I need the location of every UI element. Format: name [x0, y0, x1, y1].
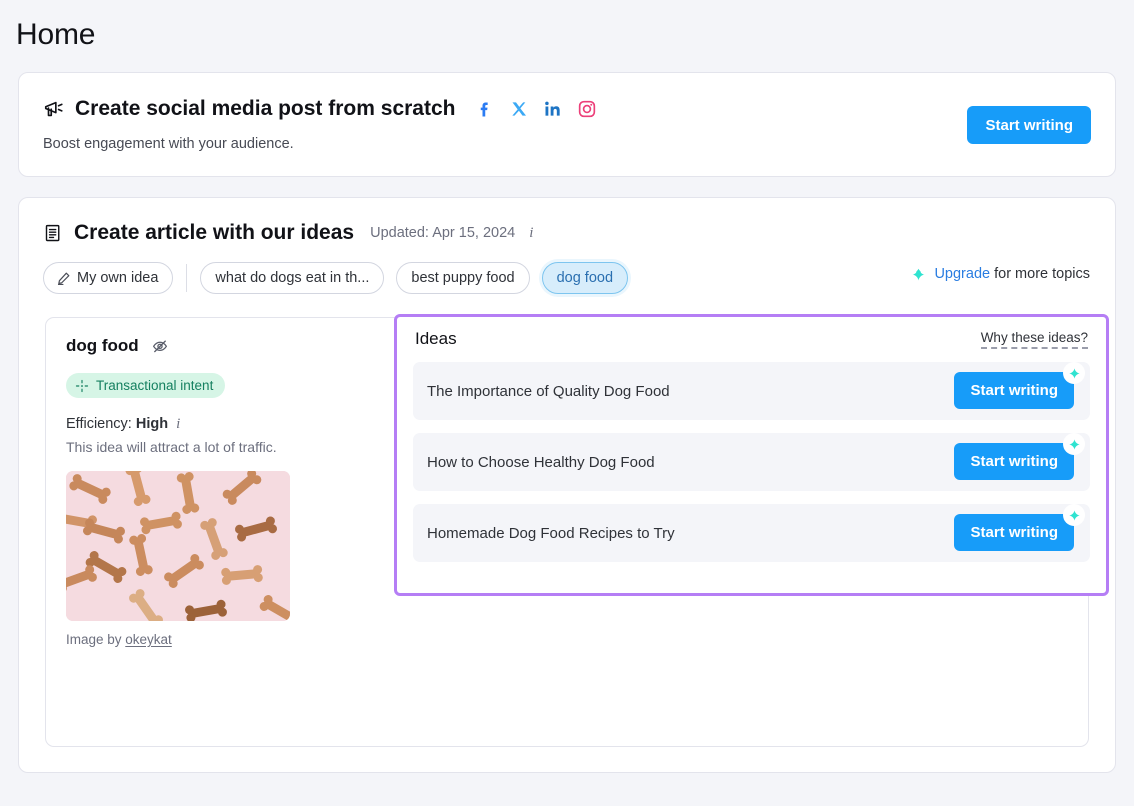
article-card-header: Create article with our ideas Updated: A… [43, 221, 533, 245]
social-network-icons [475, 99, 597, 119]
idea-title: Homemade Dog Food Recipes to Try [427, 525, 675, 542]
x-twitter-icon[interactable] [509, 99, 529, 119]
idea-row[interactable]: How to Choose Healthy Dog Food Start wri… [413, 433, 1090, 491]
social-card-header: Create social media post from scratch [43, 97, 597, 121]
idea-start-writing-button[interactable]: Start writing [954, 514, 1074, 551]
document-icon [43, 223, 64, 244]
idea-row[interactable]: The Importance of Quality Dog Food Start… [413, 362, 1090, 420]
page-title: Home [16, 18, 95, 52]
upgrade-link[interactable]: Upgrade for more topics [911, 266, 1090, 282]
keyword-row: dog food [66, 336, 366, 356]
chip-label: My own idea [77, 270, 158, 286]
why-these-ideas-link[interactable]: Why these ideas? [981, 330, 1088, 349]
chip-topic-3-selected[interactable]: dog food [542, 262, 628, 294]
diamond-icon [1063, 504, 1085, 526]
chip-topic-1[interactable]: what do dogs eat in th... [200, 262, 384, 294]
article-updated-label: Updated: Apr 15, 2024 [370, 225, 515, 241]
intent-icon [75, 379, 89, 393]
social-card-title: Create social media post from scratch [75, 97, 455, 121]
linkedin-icon[interactable] [543, 99, 563, 119]
chip-my-own-idea[interactable]: My own idea [43, 262, 173, 294]
article-card-title: Create article with our ideas [74, 221, 354, 245]
diamond-icon [911, 267, 926, 282]
upgrade-rest-text: for more topics [990, 266, 1090, 282]
ideas-title: Ideas [415, 329, 457, 349]
ideas-list-panel: Ideas Why these ideas? The Importance of… [394, 314, 1109, 596]
megaphone-icon [43, 98, 65, 120]
social-start-writing-button[interactable]: Start writing [967, 106, 1091, 144]
facebook-icon[interactable] [475, 99, 495, 119]
article-ideas-card: Create article with our ideas Updated: A… [18, 197, 1116, 773]
keyword-details-column: dog food [66, 336, 366, 647]
diamond-icon [1063, 362, 1085, 384]
intent-badge: Transactional intent [66, 373, 225, 398]
chip-topic-2[interactable]: best puppy food [396, 262, 529, 294]
image-credit-prefix: Image by [66, 632, 125, 647]
chip-label: dog food [557, 270, 613, 286]
keyword-ideas-panel: dog food [45, 317, 1089, 747]
home-page: Home Create social media post from scrat… [0, 0, 1134, 806]
idea-title: How to Choose Healthy Dog Food [427, 454, 655, 471]
social-media-card: Create social media post from scratch [18, 72, 1116, 177]
efficiency-row: Efficiency: High i [66, 416, 366, 433]
social-card-subtitle: Boost engagement with your audience. [43, 136, 294, 152]
efficiency-info-icon[interactable]: i [176, 416, 180, 432]
info-icon[interactable]: i [529, 225, 533, 242]
image-credit: Image by okeykat [66, 632, 366, 647]
efficiency-value: High [136, 416, 168, 432]
chip-divider [186, 264, 187, 292]
idea-start-writing-button[interactable]: Start writing [954, 443, 1074, 480]
chip-label: best puppy food [411, 270, 514, 286]
topic-chips: My own idea what do dogs eat in th... be… [43, 262, 628, 294]
idea-action-wrap: Start writing [954, 514, 1074, 551]
instagram-icon[interactable] [577, 99, 597, 119]
idea-action-wrap: Start writing [954, 372, 1074, 409]
efficiency-label: Efficiency: [66, 416, 132, 432]
intent-badge-label: Transactional intent [96, 378, 213, 393]
keyword-thumbnail-image [66, 471, 290, 621]
chip-label: what do dogs eat in th... [215, 270, 369, 286]
upgrade-link-text: Upgrade [934, 266, 990, 282]
diamond-icon [1063, 433, 1085, 455]
ideas-header: Ideas Why these ideas? [413, 327, 1090, 349]
idea-action-wrap: Start writing [954, 443, 1074, 480]
idea-row[interactable]: Homemade Dog Food Recipes to Try Start w… [413, 504, 1090, 562]
efficiency-note: This idea will attract a lot of traffic. [66, 439, 366, 455]
eye-off-icon[interactable] [151, 337, 169, 355]
image-credit-author[interactable]: okeykat [125, 632, 172, 647]
pencil-icon [56, 271, 71, 286]
keyword-label: dog food [66, 336, 139, 356]
idea-title: The Importance of Quality Dog Food [427, 383, 670, 400]
idea-start-writing-button[interactable]: Start writing [954, 372, 1074, 409]
